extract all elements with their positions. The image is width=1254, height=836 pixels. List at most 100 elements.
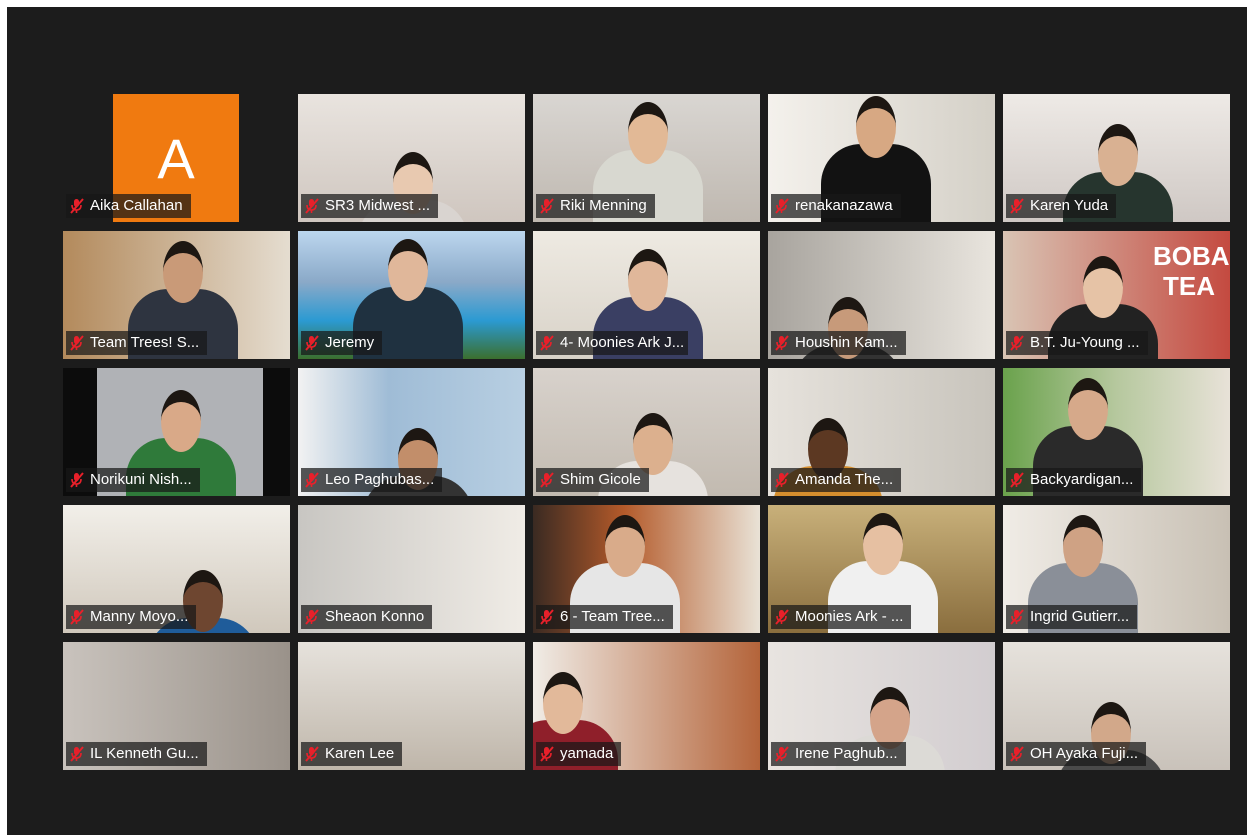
participant-name-label: Manny Moyo... [66,605,197,629]
participant-name: 4- Moonies Ark J... [560,334,685,351]
participant-video-tile[interactable]: SR3 Midwest ... [298,94,525,222]
participant-name-label: Sheaon Konno [301,605,433,629]
zoom-window: A Aika Callahan SR3 Midwest ... Riki Mennin… [7,7,1247,835]
participant-name: IL Kenneth Gu... [90,745,199,762]
participant-name: Irene Paghub... [795,745,898,762]
muted-mic-icon [305,335,319,351]
muted-mic-icon [70,746,84,762]
participant-name-label: 6 - Team Tree... [536,605,673,629]
muted-mic-icon [305,472,319,488]
participant-name: yamada [560,745,614,762]
person-head [1063,515,1103,577]
participant-name: B.T. Ju-Young ... [1030,334,1140,351]
participant-name: 6 - Team Tree... [560,608,665,625]
participant-name: Norikuni Nish... [90,471,192,488]
participant-name-label: Leo Paghubas... [301,468,443,492]
muted-mic-icon [540,198,554,214]
muted-mic-icon [1010,472,1024,488]
muted-mic-icon [1010,746,1024,762]
participant-video-tile[interactable]: renakanazawa [768,94,995,222]
muted-mic-icon [775,746,789,762]
participant-video-tile[interactable]: Sheaon Konno [298,505,525,633]
participant-video-tile[interactable]: Norikuni Nish... [63,368,290,496]
participant-video-tile[interactable]: Jeremy [298,231,525,359]
participant-name: Karen Lee [325,745,395,762]
participant-name-label: renakanazawa [771,194,901,218]
muted-mic-icon [305,609,319,625]
participant-name-label: Backyardigan... [1006,468,1142,492]
participant-video-tile[interactable]: 6 - Team Tree... [533,505,760,633]
participant-video-tile[interactable]: Moonies Ark - ... [768,505,995,633]
person-head [856,96,896,158]
muted-mic-icon [305,746,319,762]
participant-video-tile[interactable]: Karen Lee [298,642,525,770]
gallery-grid: A Aika Callahan SR3 Midwest ... Riki Mennin… [63,94,1235,770]
participant-name-label: B.T. Ju-Young ... [1006,331,1148,355]
muted-mic-icon [1010,335,1024,351]
participant-name-label: SR3 Midwest ... [301,194,439,218]
participant-video-tile[interactable]: yamada [533,642,760,770]
participant-video-tile[interactable]: Leo Paghubas... [298,368,525,496]
person-head [543,672,583,734]
participant-video-tile[interactable]: Karen Yuda [1003,94,1230,222]
participant-name-label: Norikuni Nish... [66,468,200,492]
participant-name: Jeremy [325,334,375,351]
participant-video-tile[interactable]: Houshin Kam... [768,231,995,359]
participant-name-label: Aika Callahan [66,194,191,218]
participant-name: Amanda The... [795,471,894,488]
participant-video-tile[interactable]: BOBA TEA B.T. Ju-Young ... [1003,231,1230,359]
participant-name-label: Moonies Ark - ... [771,605,912,629]
person-head [1068,378,1108,440]
participant-video-tile[interactable]: Irene Paghub... [768,642,995,770]
muted-mic-icon [540,472,554,488]
participant-name: Backyardigan... [1030,471,1134,488]
person-head [628,102,668,164]
participant-name: Sheaon Konno [325,608,425,625]
participant-video-tile[interactable]: Manny Moyo... [63,505,290,633]
person-head [605,515,645,577]
person-head [388,239,428,301]
muted-mic-icon [70,198,84,214]
muted-mic-icon [70,472,84,488]
muted-mic-icon [70,609,84,625]
participant-name: Houshin Kam... [795,334,898,351]
participant-video-tile[interactable]: Shim Gicole [533,368,760,496]
muted-mic-icon [540,746,554,762]
participant-name: Moonies Ark - ... [795,608,904,625]
participant-name: Manny Moyo... [90,608,189,625]
muted-mic-icon [70,335,84,351]
participant-video-tile[interactable]: Amanda The... [768,368,995,496]
muted-mic-icon [540,335,554,351]
person-head [628,249,668,311]
participant-name: Shim Gicole [560,471,641,488]
muted-mic-icon [1010,609,1024,625]
participant-video-tile[interactable]: Ingrid Gutierr... [1003,505,1230,633]
participant-video-tile[interactable]: Team Trees! S... [63,231,290,359]
person-head [863,513,903,575]
participant-name-label: yamada [536,742,622,766]
participant-video-tile[interactable]: Backyardigan... [1003,368,1230,496]
participant-video-tile[interactable]: A Aika Callahan [63,94,290,222]
participant-name: Ingrid Gutierr... [1030,608,1130,625]
muted-mic-icon [775,472,789,488]
participant-name: Karen Yuda [1030,197,1109,214]
participant-name-label: 4- Moonies Ark J... [536,331,688,355]
participant-name: SR3 Midwest ... [325,197,431,214]
muted-mic-icon [305,198,319,214]
participant-video-tile[interactable]: IL Kenneth Gu... [63,642,290,770]
person-head [1083,256,1123,318]
participant-name: renakanazawa [795,197,893,214]
boba-tea-sign: BOBA TEA [1153,241,1230,301]
muted-mic-icon [1010,198,1024,214]
participant-name-label: Shim Gicole [536,468,649,492]
participant-name-label: Karen Yuda [1006,194,1117,218]
person-head [163,241,203,303]
participant-name: Team Trees! S... [90,334,200,351]
participant-video-tile[interactable]: OH Ayaka Fuji... [1003,642,1230,770]
person-head [1098,124,1138,186]
active-speaker-tile[interactable]: 4- Moonies Ark J... [533,231,760,359]
participant-name-label: Amanda The... [771,468,902,492]
participant-video-tile[interactable]: Riki Menning [533,94,760,222]
participant-name-label: Karen Lee [301,742,403,766]
participant-name-label: Houshin Kam... [771,331,906,355]
